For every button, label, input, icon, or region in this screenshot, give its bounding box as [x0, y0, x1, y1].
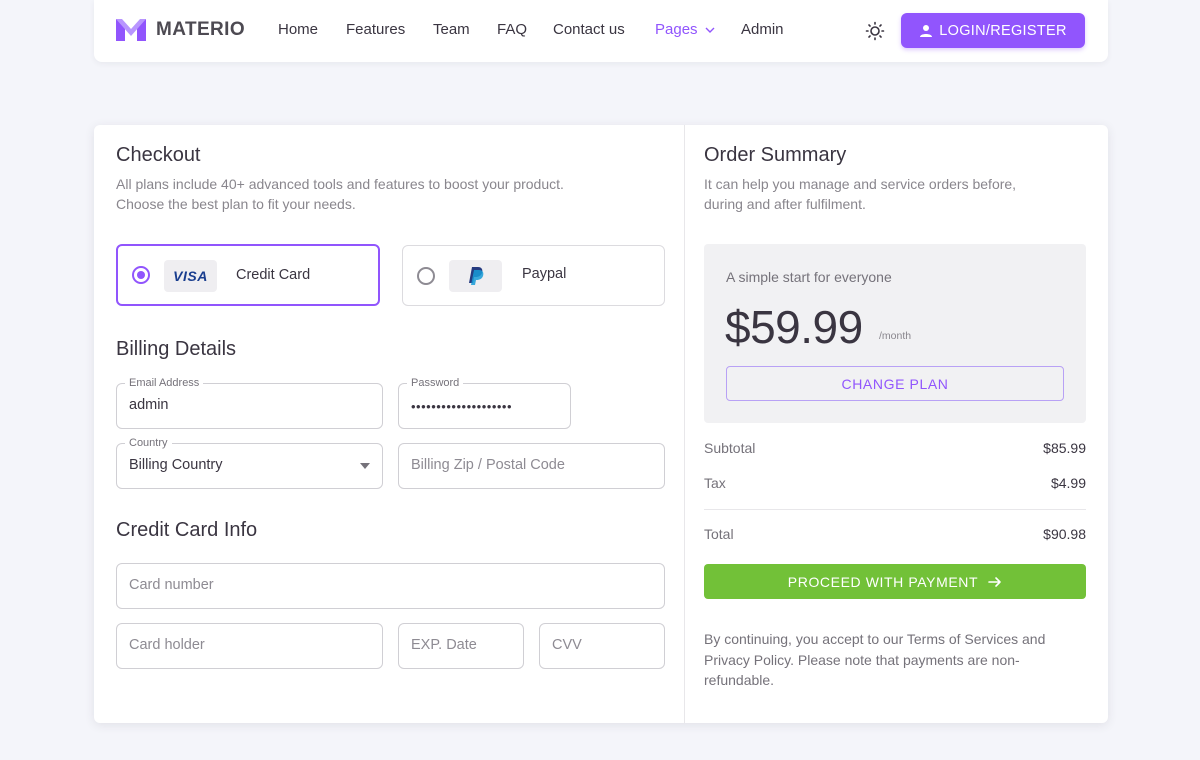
- email-field-label: Email Address: [125, 376, 204, 390]
- country-select[interactable]: Country Billing Country: [116, 436, 383, 489]
- checkout-title: Checkout: [116, 144, 201, 166]
- subtotal-label: Subtotal: [704, 440, 756, 456]
- exp-date-field[interactable]: EXP. Date: [398, 623, 524, 669]
- brand-name: MATERIO: [156, 19, 245, 40]
- change-plan-button[interactable]: CHANGE PLAN: [726, 366, 1064, 401]
- top-navbar: MATERIO Home Features Team FAQ Contact u…: [94, 0, 1108, 62]
- checkout-subtitle-line1: All plans include 40+ advanced tools and…: [116, 176, 564, 192]
- order-summary-subtitle-line2: during and after fulfilment.: [704, 196, 866, 212]
- cvv-placeholder: CVV: [552, 637, 582, 653]
- nav-contact-us[interactable]: Contact us: [553, 21, 625, 38]
- terms-text: By continuing, you accept to our Terms o…: [704, 631, 1046, 688]
- paypal-icon: [468, 267, 483, 285]
- credit-card-radio[interactable]: [132, 266, 150, 284]
- user-icon: [920, 24, 933, 37]
- nav-admin[interactable]: Admin: [741, 21, 784, 38]
- payment-option-credit-card[interactable]: VISA Credit Card: [116, 244, 380, 306]
- nav-pages[interactable]: Pages: [655, 21, 716, 38]
- chevron-down-icon: [705, 27, 715, 34]
- zip-code-field[interactable]: Billing Zip / Postal Code: [398, 443, 665, 489]
- materio-logo-icon: [116, 19, 146, 41]
- country-select-value: Billing Country: [129, 457, 223, 473]
- order-summary-title: Order Summary: [704, 144, 847, 166]
- nav-team[interactable]: Team: [433, 21, 470, 38]
- card-holder-placeholder: Card holder: [129, 637, 205, 653]
- country-select-label: Country: [125, 436, 172, 450]
- tax-label: Tax: [704, 475, 726, 491]
- payment-option-paypal[interactable]: Paypal: [402, 245, 665, 306]
- checkout-card: Checkout All plans include 40+ advanced …: [94, 125, 1108, 723]
- login-register-label: LOGIN/REGISTER: [939, 22, 1067, 39]
- credit-card-label: Credit Card: [236, 267, 311, 283]
- card-number-field[interactable]: Card number: [116, 563, 665, 609]
- plan-tagline: A simple start for everyone: [726, 269, 892, 285]
- visa-logo: VISA: [164, 260, 217, 292]
- sun-icon[interactable]: [865, 21, 885, 41]
- proceed-label: PROCEED WITH PAYMENT: [787, 573, 979, 590]
- paypal-radio[interactable]: [417, 266, 435, 285]
- plan-period: /month: [879, 330, 912, 342]
- cvv-field[interactable]: CVV: [539, 623, 665, 669]
- credit-card-info-title: Credit Card Info: [116, 519, 258, 541]
- card-holder-field[interactable]: Card holder: [116, 623, 383, 669]
- visa-logo-text: VISA: [173, 268, 208, 284]
- zip-code-placeholder: Billing Zip / Postal Code: [411, 457, 565, 473]
- total-label: Total: [704, 526, 734, 542]
- summary-divider: [704, 509, 1086, 510]
- email-field[interactable]: Email Address admin: [116, 376, 383, 429]
- billing-details-title: Billing Details: [116, 338, 237, 360]
- checkout-subtitle-line2: Choose the best plan to fit your needs.: [116, 196, 356, 212]
- plan-box: A simple start for everyone $59.99 /mont…: [704, 244, 1086, 423]
- exp-date-placeholder: EXP. Date: [411, 637, 477, 653]
- order-summary-subtitle-line1: It can help you manage and service order…: [704, 176, 1017, 192]
- paypal-label: Paypal: [522, 266, 567, 282]
- tax-value: $4.99: [1050, 475, 1086, 491]
- password-field[interactable]: Password ••••••••••••••••••••: [398, 376, 571, 429]
- email-field-value: admin: [129, 397, 169, 413]
- vertical-divider: [684, 125, 685, 723]
- arrow-right-icon: [988, 576, 1001, 587]
- card-number-placeholder: Card number: [129, 577, 214, 593]
- paypal-logo: [449, 260, 502, 292]
- plan-price: $59.99: [725, 301, 863, 353]
- password-field-label: Password: [407, 376, 464, 390]
- nav-faq[interactable]: FAQ: [497, 21, 527, 38]
- brand[interactable]: MATERIO: [116, 17, 245, 43]
- nav-pages-label: Pages: [655, 21, 698, 38]
- nav-home[interactable]: Home: [278, 21, 318, 38]
- caret-down-icon: [360, 463, 370, 469]
- login-register-button[interactable]: LOGIN/REGISTER: [901, 13, 1085, 48]
- nav-features[interactable]: Features: [346, 21, 405, 38]
- proceed-with-payment-button[interactable]: PROCEED WITH PAYMENT: [704, 564, 1086, 599]
- subtotal-value: $85.99: [1043, 440, 1086, 456]
- password-field-value: ••••••••••••••••••••: [411, 399, 513, 414]
- total-value: $90.98: [1043, 526, 1086, 542]
